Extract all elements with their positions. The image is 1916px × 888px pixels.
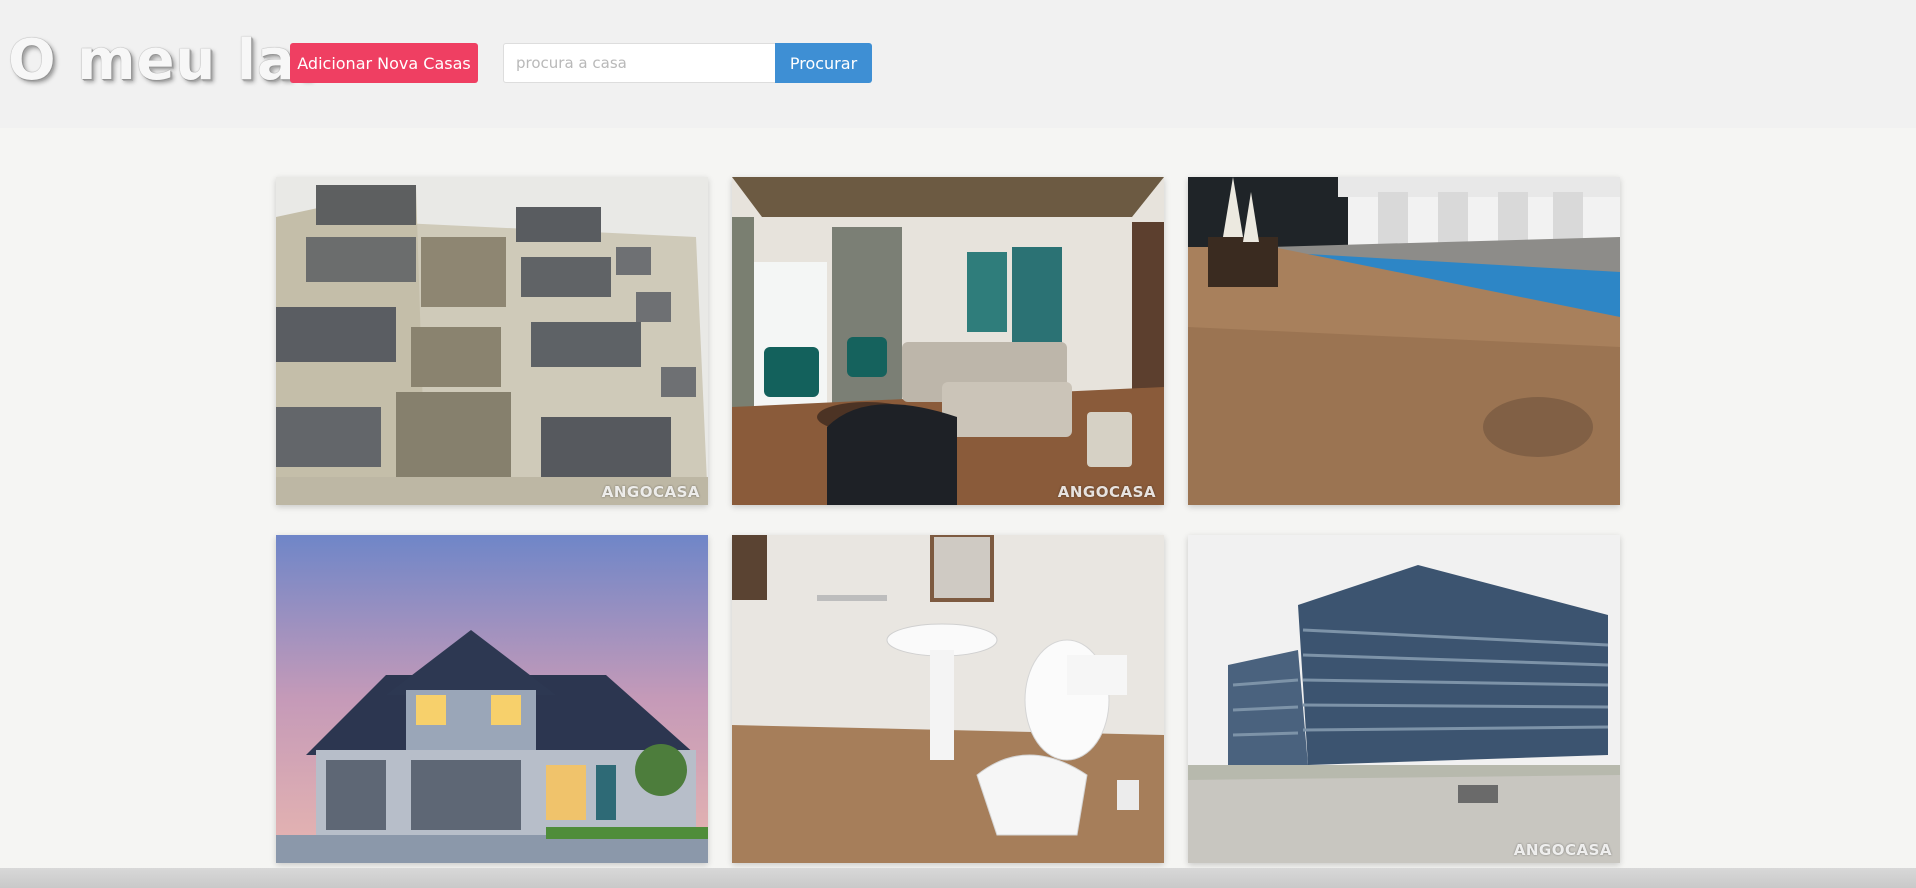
listing-card-modern-building[interactable]: ANGOCASA — [1188, 535, 1620, 863]
listing-card-suburban-house[interactable] — [276, 535, 708, 863]
top-navbar: O meu lar Adicionar Nova Casas Procurar — [0, 0, 1916, 128]
page-bottom-edge — [0, 868, 1916, 888]
living-room-photo — [732, 177, 1164, 505]
pool-deck-photo — [1188, 177, 1620, 505]
site-logo[interactable]: O meu lar — [8, 28, 324, 94]
add-house-button[interactable]: Adicionar Nova Casas — [290, 43, 478, 83]
search-input[interactable] — [503, 43, 775, 83]
search-button[interactable]: Procurar — [775, 43, 872, 83]
bathroom-photo — [732, 535, 1164, 863]
apartment-block-photo — [276, 177, 708, 505]
listing-card-bathroom[interactable] — [732, 535, 1164, 863]
angocasa-watermark: ANGOCASA — [601, 483, 700, 501]
listing-card-pool-deck[interactable] — [1188, 177, 1620, 505]
suburban-house-photo — [276, 535, 708, 863]
listing-card-apartment-block[interactable]: ANGOCASA — [276, 177, 708, 505]
angocasa-watermark: ANGOCASA — [1057, 483, 1156, 501]
angocasa-watermark: ANGOCASA — [1513, 841, 1612, 859]
listing-card-living-room[interactable]: ANGOCASA — [732, 177, 1164, 505]
modern-building-photo — [1188, 535, 1620, 863]
